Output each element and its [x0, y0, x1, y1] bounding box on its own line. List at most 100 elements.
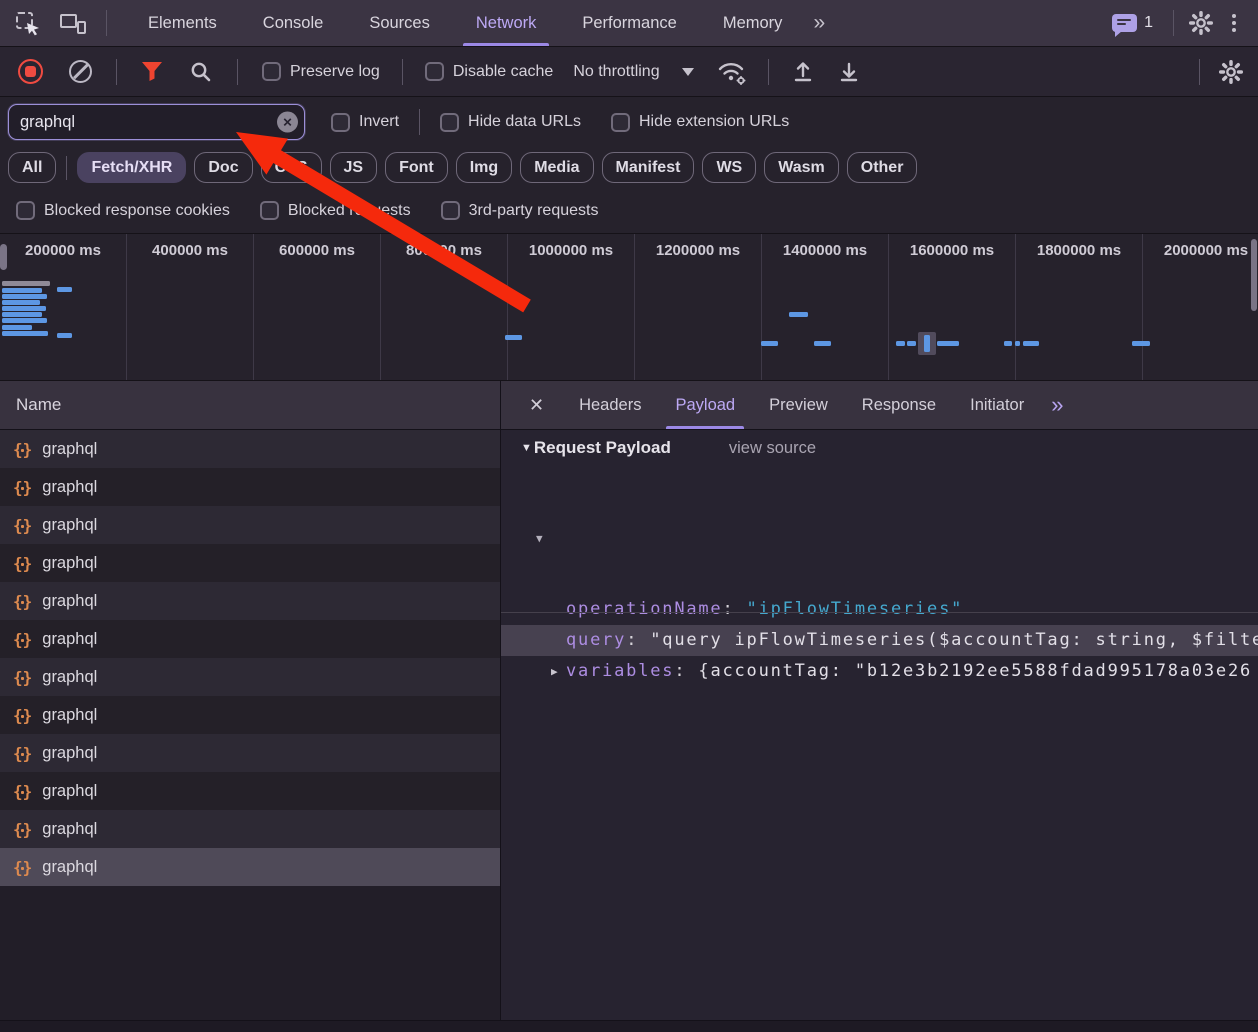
network-filter-input[interactable]: [8, 104, 305, 140]
filter-chip-all[interactable]: All: [8, 152, 56, 183]
3rd-party-requests-label[interactable]: 3rd-party requests: [469, 202, 599, 220]
request-row[interactable]: {}graphql: [0, 696, 500, 734]
more-tabs-icon[interactable]: »: [805, 11, 831, 35]
blocked-requests-label[interactable]: Blocked requests: [288, 202, 411, 220]
invert-checkbox[interactable]: [331, 113, 350, 132]
payload-key: variables: [566, 661, 674, 681]
request-row[interactable]: {}graphql: [0, 848, 500, 886]
timeline-bar: [2, 312, 42, 317]
blocked-requests-checkbox[interactable]: [260, 201, 279, 220]
payload-row-variables[interactable]: ▶variables: {accountTag: "b12e3b2192ee55…: [501, 656, 1258, 687]
hide-extension-urls-checkbox[interactable]: [611, 113, 630, 132]
hide-data-urls-label[interactable]: Hide data URLs: [468, 113, 581, 131]
filter-chip-manifest[interactable]: Manifest: [602, 152, 695, 183]
inspect-element-icon[interactable]: [16, 12, 38, 34]
request-name: graphql: [42, 516, 97, 535]
request-row[interactable]: {}graphql: [0, 544, 500, 582]
tab-network[interactable]: Network: [453, 0, 560, 46]
import-har-icon[interactable]: [791, 60, 815, 84]
name-column-header[interactable]: Name: [0, 381, 500, 430]
search-icon[interactable]: [189, 60, 213, 84]
hide-extension-urls-label[interactable]: Hide extension URLs: [639, 113, 789, 131]
divider: [237, 59, 238, 85]
filter-option-3rd-party-requests: 3rd-party requests: [441, 201, 599, 220]
invert-label[interactable]: Invert: [359, 113, 399, 131]
payload-root-row[interactable]: ▼{operationName: "ipFlowTimeseries", var…: [501, 523, 1258, 554]
filter-chip-media[interactable]: Media: [520, 152, 593, 183]
filter-chip-ws[interactable]: WS: [702, 152, 756, 183]
blocked-response-cookies-label[interactable]: Blocked response cookies: [44, 202, 230, 220]
request-row[interactable]: {}graphql: [0, 620, 500, 658]
timeline-tick-label: 400000 ms: [152, 242, 228, 259]
filter-chip-fetch-xhr[interactable]: Fetch/XHR: [77, 152, 186, 183]
filter-chip-other[interactable]: Other: [847, 152, 918, 183]
request-row[interactable]: {}graphql: [0, 468, 500, 506]
divider: [1173, 10, 1174, 36]
collapsed-triangle-icon[interactable]: ▶: [551, 656, 558, 687]
details-tab-response[interactable]: Response: [845, 381, 953, 429]
details-tab-payload[interactable]: Payload: [658, 381, 752, 429]
request-row[interactable]: {}graphql: [0, 582, 500, 620]
tab-console[interactable]: Console: [240, 0, 347, 46]
timeline-bar: [57, 287, 72, 292]
details-tab-headers[interactable]: Headers: [562, 381, 658, 429]
timeline-scroll-handle-left[interactable]: [0, 244, 7, 270]
request-name: graphql: [42, 744, 97, 763]
disable-cache-label[interactable]: Disable cache: [453, 63, 554, 81]
hide-data-urls-checkbox[interactable]: [440, 113, 459, 132]
tab-elements[interactable]: Elements: [125, 0, 240, 46]
timeline-scroll-handle-right[interactable]: [1251, 239, 1257, 311]
filter-chip-doc[interactable]: Doc: [194, 152, 252, 183]
timeline-overview[interactable]: 200000 ms400000 ms600000 ms800000 ms1000…: [0, 233, 1258, 381]
json-braces-icon: {}: [13, 706, 32, 725]
blocked-response-cookies-checkbox[interactable]: [16, 201, 35, 220]
details-tab-preview[interactable]: Preview: [752, 381, 845, 429]
devtools-settings-icon[interactable]: [1188, 10, 1214, 36]
bottom-edge: [0, 1020, 1258, 1032]
throttling-select[interactable]: No throttling: [573, 63, 693, 81]
3rd-party-requests-checkbox[interactable]: [441, 201, 460, 220]
devtools-window: ElementsConsoleSourcesNetworkPerformance…: [0, 0, 1258, 1032]
request-row[interactable]: {}graphql: [0, 658, 500, 696]
section-collapse-triangle-icon[interactable]: ▼: [521, 442, 532, 454]
filter-icon[interactable]: [141, 61, 163, 82]
json-braces-icon: {}: [13, 478, 32, 497]
payload-row-query[interactable]: query: "query ipFlowTimeseries($accountT…: [501, 625, 1258, 656]
request-row[interactable]: {}graphql: [0, 772, 500, 810]
tab-performance[interactable]: Performance: [559, 0, 699, 46]
clear-network-log-icon[interactable]: [69, 60, 92, 83]
expanded-triangle-icon[interactable]: ▼: [536, 523, 543, 554]
filter-chip-img[interactable]: Img: [456, 152, 512, 183]
filter-chip-wasm[interactable]: Wasm: [764, 152, 839, 183]
request-row[interactable]: {}graphql: [0, 810, 500, 848]
view-source-link[interactable]: view source: [729, 439, 816, 458]
tab-memory[interactable]: Memory: [700, 0, 806, 46]
devtools-tabbar: ElementsConsoleSourcesNetworkPerformance…: [0, 0, 1258, 47]
network-conditions-icon[interactable]: [716, 59, 746, 85]
request-row[interactable]: {}graphql: [0, 430, 500, 468]
tab-sources[interactable]: Sources: [346, 0, 453, 46]
preserve-log-label[interactable]: Preserve log: [290, 63, 380, 81]
request-row[interactable]: {}graphql: [0, 506, 500, 544]
issues-icon[interactable]: [1112, 14, 1137, 32]
network-settings-icon[interactable]: [1218, 59, 1244, 85]
request-row[interactable]: {}graphql: [0, 734, 500, 772]
filter-chip-js[interactable]: JS: [330, 152, 378, 183]
record-network-log-icon[interactable]: [18, 59, 43, 84]
filter-chip-css[interactable]: CSS: [261, 152, 322, 183]
close-icon[interactable]: ✕: [519, 391, 554, 420]
json-braces-icon: {}: [13, 782, 32, 801]
main-tabs: ElementsConsoleSourcesNetworkPerformance…: [125, 0, 805, 46]
more-options-icon[interactable]: [1222, 10, 1246, 36]
details-tab-initiator[interactable]: Initiator: [953, 381, 1041, 429]
details-more-tabs-icon[interactable]: »: [1041, 392, 1071, 418]
filter-chip-font[interactable]: Font: [385, 152, 448, 183]
clear-filter-icon[interactable]: ✕: [277, 112, 298, 133]
request-name: graphql: [42, 820, 97, 839]
payload-row-operationname[interactable]: operationName: "ipFlowTimeseries": [501, 594, 1258, 625]
disable-cache-checkbox[interactable]: [425, 62, 444, 81]
json-braces-dot: [21, 867, 24, 870]
device-toolbar-icon[interactable]: [60, 12, 86, 34]
preserve-log-checkbox[interactable]: [262, 62, 281, 81]
export-har-icon[interactable]: [837, 60, 861, 84]
